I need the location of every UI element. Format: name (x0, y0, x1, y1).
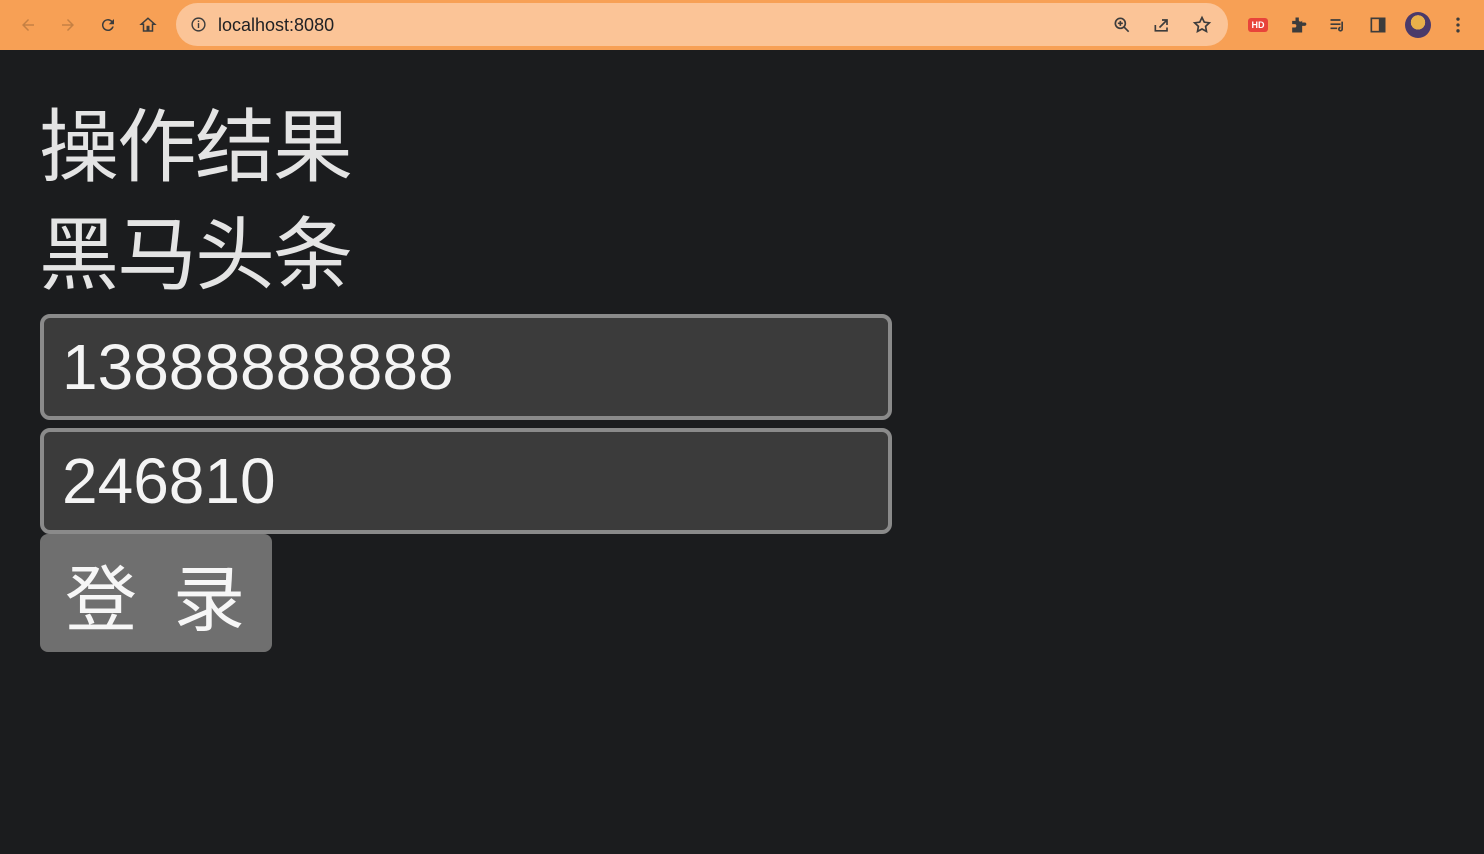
app-name: 黑马头条 (39, 211, 353, 300)
forward-icon (62, 19, 74, 31)
menu-icon (1456, 17, 1460, 33)
hd-badge: HD (1248, 18, 1268, 32)
zoom-button[interactable] (1104, 10, 1140, 40)
reading-list-button[interactable] (1318, 5, 1358, 45)
reload-button[interactable] (88, 5, 128, 45)
bookmark-button[interactable] (1184, 10, 1220, 40)
home-icon (139, 17, 157, 32)
extensions-button[interactable] (1278, 5, 1318, 45)
code-input[interactable] (40, 428, 892, 534)
menu-button[interactable] (1438, 5, 1478, 45)
reading-list-icon (1330, 19, 1343, 32)
extensions-icon (1292, 17, 1307, 33)
address-bar[interactable]: localhost:8080 (176, 3, 1228, 46)
back-icon (22, 19, 34, 31)
side-panel-button[interactable] (1358, 5, 1398, 45)
share-button[interactable] (1144, 10, 1180, 40)
reload-icon (101, 19, 114, 32)
browser-toolbar: localhost:8080 HD (0, 0, 1484, 50)
forward-button[interactable] (48, 5, 88, 45)
page-content: 操作结果 黑马头条 登 录 (0, 52, 1484, 854)
page-title: 操作结果 (39, 103, 353, 192)
share-icon (1154, 19, 1168, 32)
phone-input[interactable] (40, 314, 892, 420)
avatar (1405, 12, 1431, 38)
profile-button[interactable] (1398, 5, 1438, 45)
url-text[interactable]: localhost:8080 (218, 14, 334, 36)
home-button[interactable] (128, 5, 168, 45)
login-button[interactable]: 登 录 (40, 534, 272, 652)
extensions-area: HD (1238, 5, 1478, 45)
hd-extension-button[interactable]: HD (1238, 5, 1278, 45)
back-button[interactable] (8, 5, 48, 45)
zoom-icon (1114, 17, 1130, 33)
side-panel-icon (1370, 17, 1386, 33)
info-icon[interactable] (190, 16, 207, 33)
star-icon (1192, 15, 1212, 33)
